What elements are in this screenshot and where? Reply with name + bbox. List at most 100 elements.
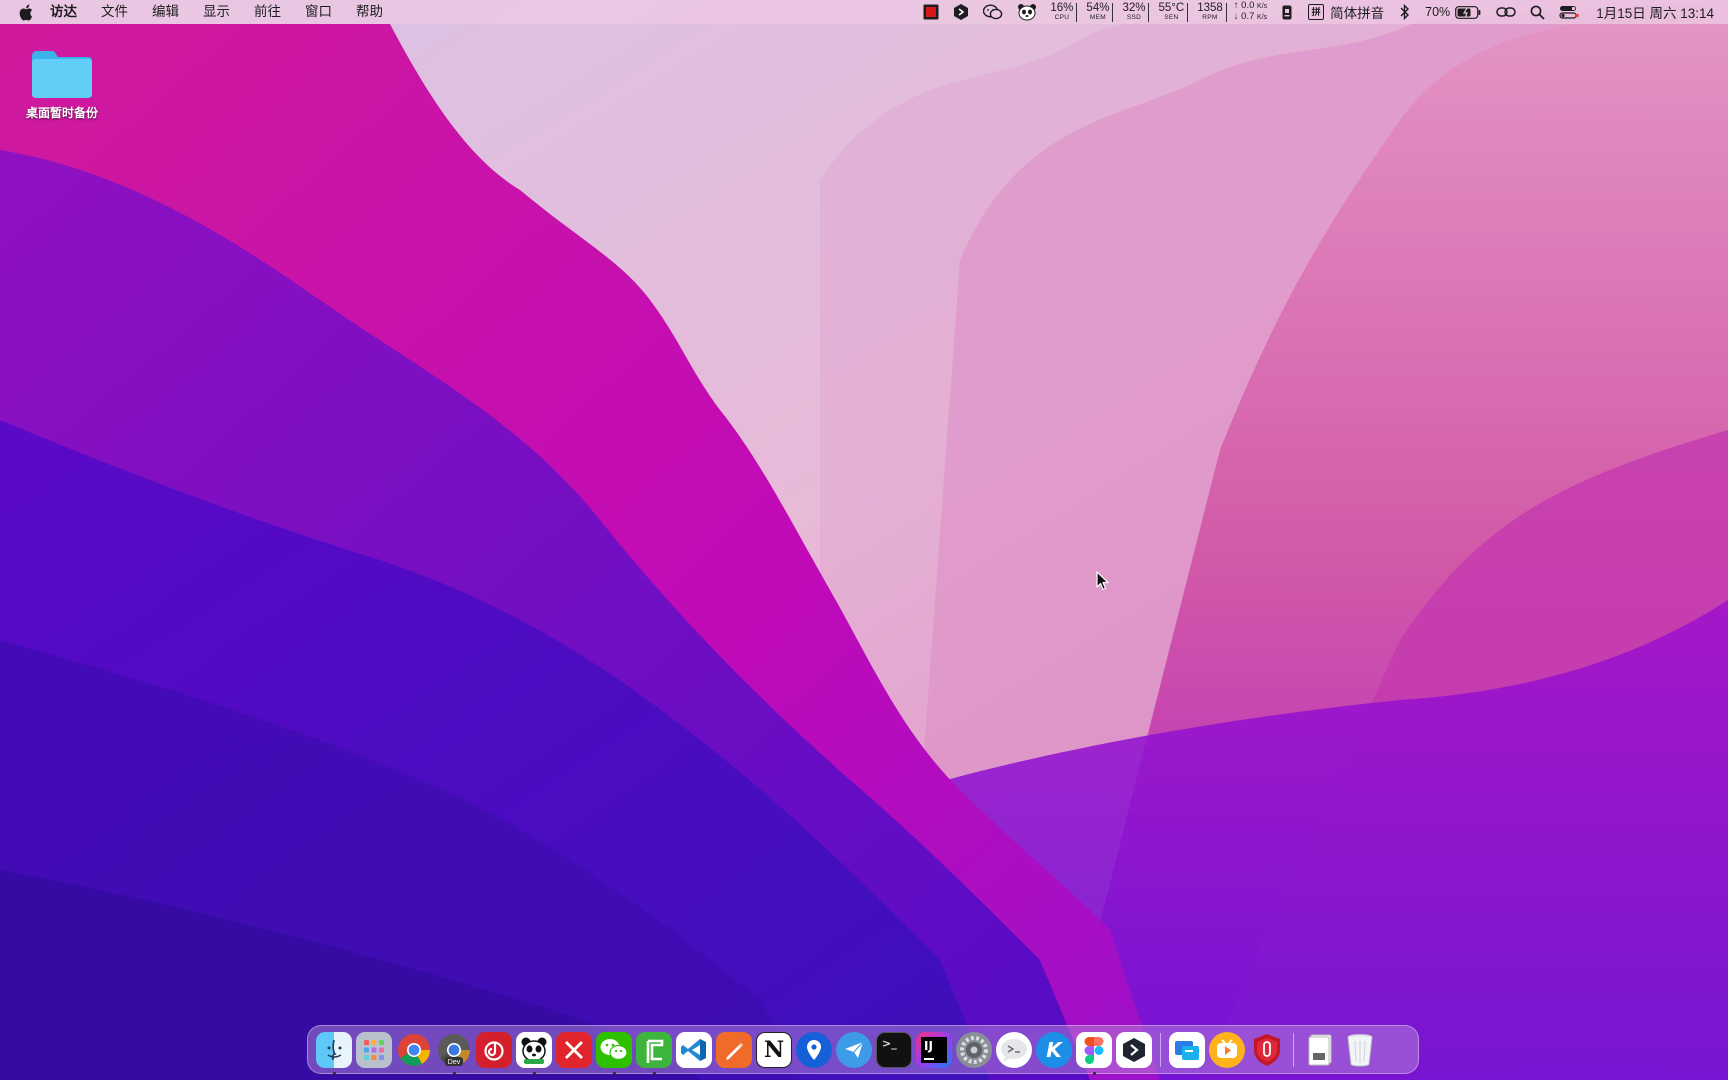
trash-icon — [1347, 1033, 1373, 1067]
dock-documents-stack[interactable] — [1302, 1032, 1338, 1068]
menu-view[interactable]: 显示 — [191, 0, 242, 24]
x-icon — [565, 1040, 583, 1059]
vscode-icon — [681, 1038, 706, 1061]
dock-x-app[interactable] — [556, 1031, 592, 1068]
dock-trash[interactable] — [1342, 1032, 1378, 1068]
link-icon[interactable] — [1496, 0, 1516, 24]
apple-menu-icon[interactable] — [18, 3, 34, 21]
dock-intellij[interactable]: IJ — [916, 1031, 952, 1068]
ssd-stat: 32% SSD — [1119, 1, 1150, 22]
panda-icon[interactable] — [1017, 0, 1037, 24]
input-method-menu[interactable]: 拼 简体拼音 — [1308, 2, 1384, 22]
sensor-stat: 55°C SEN — [1155, 1, 1189, 22]
sensor-value: 55°C — [1158, 1, 1185, 14]
pen-icon — [726, 1042, 743, 1060]
dock-launchpad[interactable] — [356, 1031, 392, 1068]
chrome-icon — [398, 1033, 430, 1066]
network-down: ↓ 0.7 K/s — [1233, 11, 1268, 22]
battery-status[interactable]: 70% — [1425, 5, 1481, 19]
dock-separator — [1160, 1032, 1161, 1067]
wechat-icon — [600, 1038, 628, 1060]
desktop-wallpaper — [0, 0, 1728, 1080]
chrome-dev-icon: Dev — [438, 1033, 470, 1066]
folder-icon — [32, 51, 92, 98]
chrome-dev-badge: Dev — [448, 1059, 461, 1066]
dock-diamond-app[interactable] — [1116, 1031, 1152, 1068]
battery-percent: 70% — [1425, 5, 1451, 19]
dock: Dev N >_ IJ K — [307, 1025, 1419, 1075]
dock-video[interactable] — [1209, 1031, 1245, 1068]
dock-camtasia[interactable] — [636, 1031, 672, 1075]
diamond-icon — [1123, 1037, 1145, 1062]
mem-label: MEM — [1089, 14, 1106, 21]
spotlight-icon[interactable] — [1530, 0, 1545, 24]
notion-icon: N — [763, 1036, 785, 1063]
music-icon — [484, 1040, 504, 1061]
dock-finder[interactable] — [316, 1031, 352, 1075]
input-method-icon: 拼 — [1308, 4, 1325, 20]
menu-window[interactable]: 窗口 — [293, 0, 344, 24]
dock-k-app[interactable]: K — [1036, 1031, 1072, 1068]
gear-icon — [960, 1035, 988, 1064]
menu-file[interactable]: 文件 — [89, 0, 140, 24]
dock-translate[interactable] — [1169, 1031, 1205, 1068]
dock-panda[interactable] — [516, 1031, 552, 1075]
dock-chrome-dev[interactable]: Dev — [436, 1032, 472, 1075]
dock-figma[interactable] — [1076, 1031, 1112, 1075]
wechat-icon[interactable] — [983, 0, 1003, 24]
fan-value: 1358 — [1197, 1, 1223, 14]
dock-wechat[interactable] — [596, 1031, 632, 1075]
ssd-label: SSD — [1126, 14, 1142, 21]
dock-paper-plane[interactable] — [836, 1031, 872, 1068]
dock-terminal[interactable]: >_ — [876, 1031, 912, 1068]
dock-map-app[interactable] — [796, 1031, 832, 1068]
finder-icon — [327, 1039, 342, 1060]
window-blue-icon — [1175, 1040, 1199, 1060]
bluetooth-icon[interactable] — [1400, 0, 1410, 24]
cpu-stat: 16% CPU — [1047, 1, 1078, 22]
menu-help[interactable]: 帮助 — [344, 0, 395, 24]
input-method-label: 简体拼音 — [1330, 6, 1385, 21]
dock-netease-music[interactable] — [476, 1031, 512, 1068]
app-diamond-icon[interactable] — [953, 0, 969, 24]
panda-icon — [521, 1037, 547, 1064]
k-app-icon: K — [1046, 1037, 1062, 1062]
control-center-icon[interactable] — [1559, 0, 1579, 24]
chat-bubble-icon — [1001, 1038, 1027, 1062]
location-pin-icon — [807, 1039, 821, 1060]
fan-label: RPM — [1202, 14, 1218, 21]
running-indicator — [612, 1071, 616, 1075]
dock-notion[interactable]: N — [756, 1031, 792, 1068]
dock-vscode[interactable] — [676, 1031, 712, 1068]
desktop-folder-label: 桌面暂时备份 — [25, 106, 98, 120]
document-stack-icon — [1308, 1034, 1332, 1065]
stop-record-icon[interactable] — [923, 0, 939, 24]
paper-plane-icon — [845, 1041, 864, 1058]
camtasia-icon — [646, 1039, 664, 1063]
desktop-folder[interactable]: 桌面暂时备份 — [16, 48, 108, 121]
shield-icon — [1254, 1033, 1280, 1066]
ssd-value: 32% — [1122, 1, 1146, 14]
dock-pen-app[interactable] — [716, 1031, 752, 1068]
cpu-value: 16% — [1050, 1, 1074, 14]
dock-messages[interactable] — [996, 1031, 1032, 1068]
menu-edit[interactable]: 编辑 — [140, 0, 191, 24]
menubar-clock[interactable]: 1月15日 周六 13:14 — [1596, 2, 1714, 22]
menu-app-name[interactable]: 访达 — [50, 0, 89, 24]
network-stat: ↑ 0.0 K/s ↓ 0.7 K/s — [1234, 1, 1267, 23]
play-orange-icon — [1217, 1038, 1237, 1058]
dock-separator — [1293, 1032, 1294, 1067]
dock-system-preferences[interactable] — [956, 1031, 992, 1068]
menu-bar-left: 访达 文件 编辑 显示 前往 窗口 帮助 — [0, 0, 395, 24]
menu-go[interactable]: 前往 — [242, 0, 293, 24]
intellij-icon: IJ — [921, 1036, 947, 1063]
battery-icon — [1455, 5, 1481, 19]
menu-bar: 访达 文件 编辑 显示 前往 窗口 帮助 16% CPU 54% MEM 32% — [0, 0, 1728, 24]
badge-icon[interactable] — [1282, 0, 1292, 24]
sensor-label: SEN — [1164, 14, 1179, 21]
running-indicator — [332, 1071, 336, 1075]
launchpad-icon — [364, 1039, 384, 1060]
dock-security[interactable] — [1249, 1032, 1285, 1068]
dock-chrome[interactable] — [396, 1032, 432, 1068]
figma-icon — [1084, 1036, 1104, 1064]
